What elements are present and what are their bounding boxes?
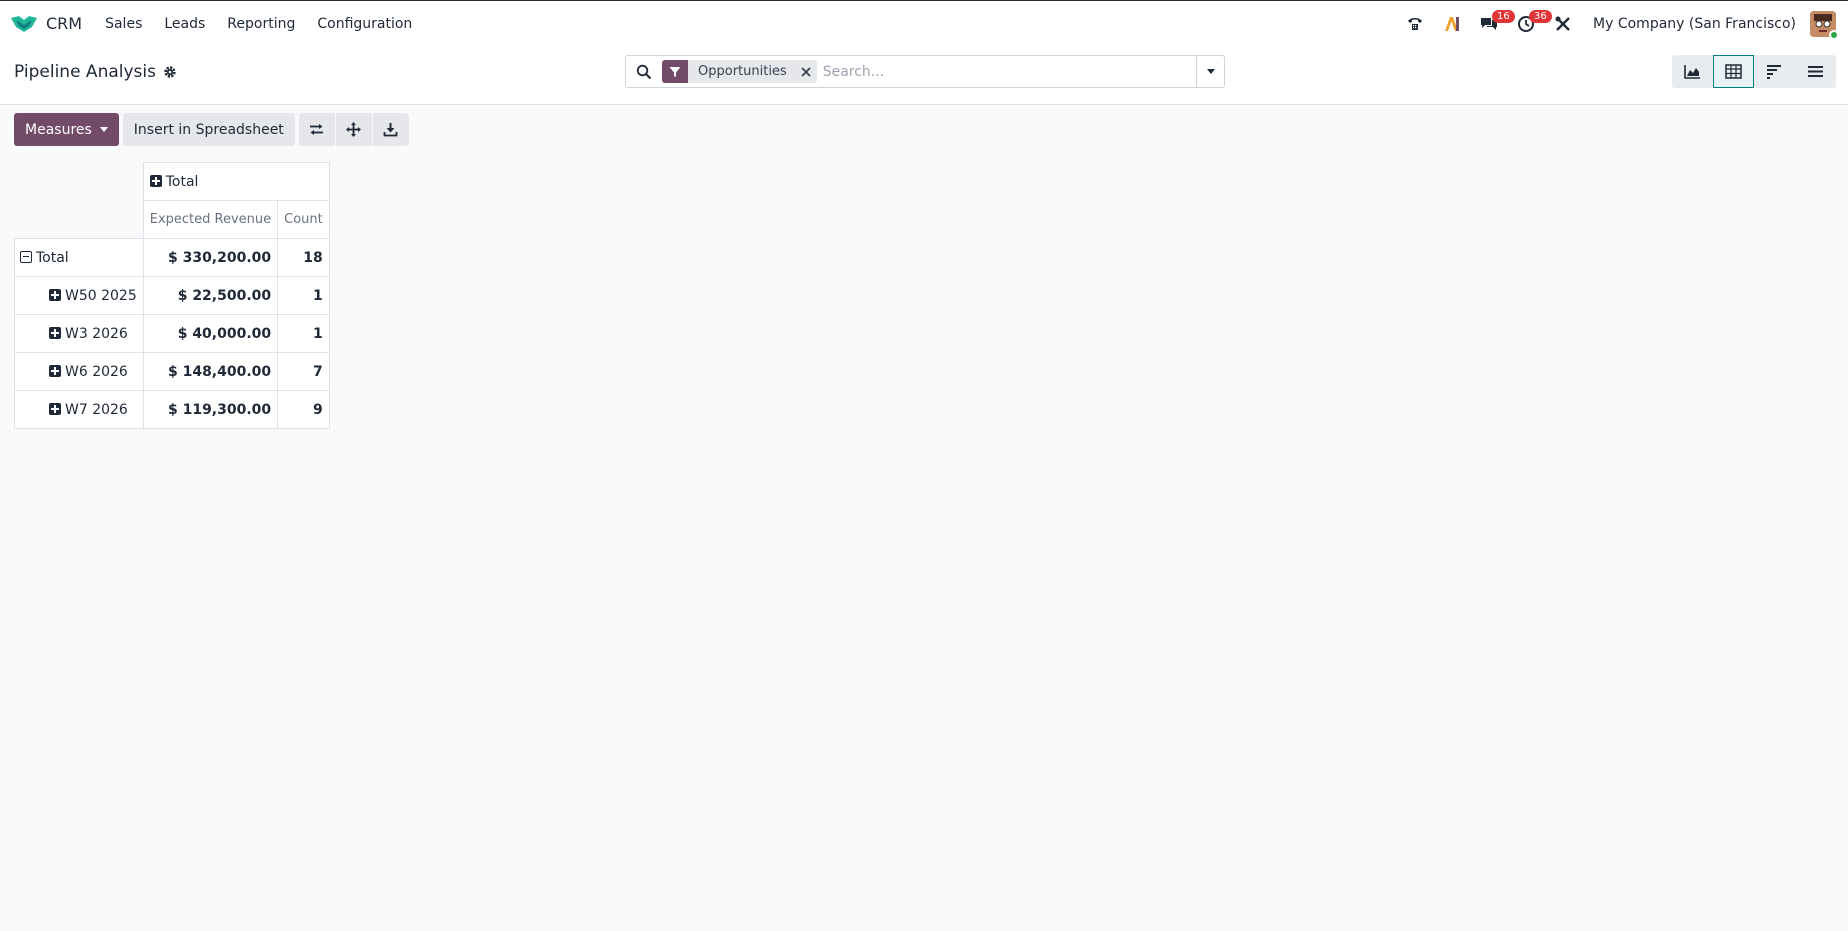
expand-plus-icon	[149, 174, 162, 187]
expand-all-button[interactable]	[335, 113, 372, 146]
cell-count[interactable]: 9	[277, 390, 330, 429]
activities-button[interactable]: 36	[1509, 9, 1552, 39]
measures-label: Measures	[25, 121, 92, 138]
cell-count[interactable]: 1	[277, 314, 330, 353]
insert-spreadsheet-button[interactable]: Insert in Spreadsheet	[122, 113, 295, 146]
cell-revenue[interactable]: $ 148,400.00	[142, 352, 279, 391]
search-icon	[636, 64, 652, 79]
area-chart-icon	[1684, 65, 1700, 79]
pivot-view-button[interactable]	[1713, 55, 1754, 88]
filter-facet[interactable]: Opportunities	[662, 60, 817, 83]
facet-remove-icon[interactable]	[795, 60, 817, 83]
download-button[interactable]	[372, 113, 409, 146]
company-switcher[interactable]: My Company (San Francisco)	[1593, 16, 1796, 32]
row-header-w50-2025[interactable]: W50 2025	[14, 276, 144, 315]
table-row: W7 2026 $ 119,300.00 9	[14, 390, 330, 429]
ai-icon	[1445, 17, 1460, 31]
menu-configuration[interactable]: Configuration	[306, 16, 423, 32]
table-icon	[1725, 64, 1742, 79]
messages-button[interactable]: 16	[1472, 9, 1515, 39]
gear-icon[interactable]	[163, 65, 177, 79]
search-input[interactable]	[822, 58, 1203, 85]
table-row: W3 2026 $ 40,000.00 1	[14, 314, 330, 353]
menu-sales[interactable]: Sales	[94, 16, 153, 32]
caret-down-icon	[99, 127, 108, 132]
filter-icon	[662, 60, 688, 83]
col-header-total[interactable]: Total	[142, 162, 330, 201]
crm-handshake-icon	[11, 15, 37, 32]
exchange-icon	[310, 124, 324, 135]
app-name[interactable]: CRM	[46, 14, 82, 33]
search-bar: Opportunities	[625, 55, 1225, 88]
facet-label: Opportunities	[698, 64, 787, 79]
phone-button[interactable]	[1398, 9, 1432, 39]
caret-down-icon	[1206, 69, 1215, 74]
expand-plus-icon	[49, 326, 61, 339]
control-panel: Pipeline Analysis Opportunities	[0, 46, 1848, 105]
download-icon	[383, 123, 398, 137]
cell-count[interactable]: 1	[277, 276, 330, 315]
flip-axis-button[interactable]	[298, 113, 335, 146]
table-row: Total $ 330,200.00 18	[14, 238, 330, 277]
sort-bars-icon	[1767, 65, 1781, 79]
pivot-col-header-row: Total	[15, 162, 330, 201]
view-switcher	[1672, 55, 1836, 88]
list-view-button[interactable]	[1795, 55, 1836, 88]
table-row: W50 2025 $ 22,500.00 1	[14, 276, 330, 315]
pivot-toolbar: Measures Insert in Spreadsheet	[14, 113, 410, 146]
online-status-dot	[1829, 30, 1839, 40]
row-header-w7-2026[interactable]: W7 2026	[14, 390, 144, 429]
pivot-actions	[298, 113, 410, 146]
menu-leads[interactable]: Leads	[153, 16, 216, 32]
app-brand[interactable]: CRM	[10, 14, 94, 34]
cell-total-count[interactable]: 18	[277, 238, 330, 277]
table-row: W6 2026 $ 148,400.00 7	[14, 352, 330, 391]
tools-icon	[1555, 16, 1570, 31]
measure-header-expected-revenue[interactable]: Expected Revenue	[142, 200, 279, 239]
list-icon	[1808, 66, 1823, 77]
user-avatar[interactable]	[1810, 11, 1839, 40]
graph-view-button[interactable]	[1672, 55, 1713, 88]
cell-revenue[interactable]: $ 119,300.00	[142, 390, 279, 429]
expand-plus-icon	[49, 364, 61, 377]
cell-total-revenue[interactable]: $ 330,200.00	[142, 238, 279, 277]
expand-plus-icon	[49, 402, 61, 415]
row-header-total[interactable]: Total	[14, 238, 144, 277]
row-header-w6-2026[interactable]: W6 2026	[14, 352, 144, 391]
page-title: Pipeline Analysis	[14, 62, 177, 82]
measures-button[interactable]: Measures	[14, 113, 119, 146]
top-navbar: CRM Sales Leads Reporting Configuration	[0, 0, 1848, 46]
systray: 16 36 My Company (San Francisco)	[1398, 1, 1848, 47]
cohort-view-button[interactable]	[1754, 55, 1795, 88]
search-options-toggle[interactable]	[1196, 56, 1224, 87]
arrows-move-icon	[346, 122, 362, 137]
pivot-measure-row: Expected Revenue Count	[15, 200, 330, 239]
page-title-text: Pipeline Analysis	[14, 62, 156, 82]
measure-header-count[interactable]: Count	[277, 200, 330, 239]
menu-reporting[interactable]: Reporting	[216, 16, 306, 32]
row-header-w3-2026[interactable]: W3 2026	[14, 314, 144, 353]
collapse-minus-icon	[20, 250, 32, 263]
phone-icon	[1408, 18, 1423, 30]
cell-revenue[interactable]: $ 22,500.00	[142, 276, 279, 315]
pivot-table: Total Expected Revenue Count Total $ 330…	[14, 162, 330, 429]
debug-tools-button[interactable]	[1546, 9, 1580, 39]
pivot-corner	[15, 201, 144, 239]
pivot-corner	[15, 163, 144, 201]
cell-count[interactable]: 7	[277, 352, 330, 391]
ai-button[interactable]	[1435, 9, 1469, 39]
cell-revenue[interactable]: $ 40,000.00	[142, 314, 279, 353]
expand-plus-icon	[49, 288, 61, 301]
